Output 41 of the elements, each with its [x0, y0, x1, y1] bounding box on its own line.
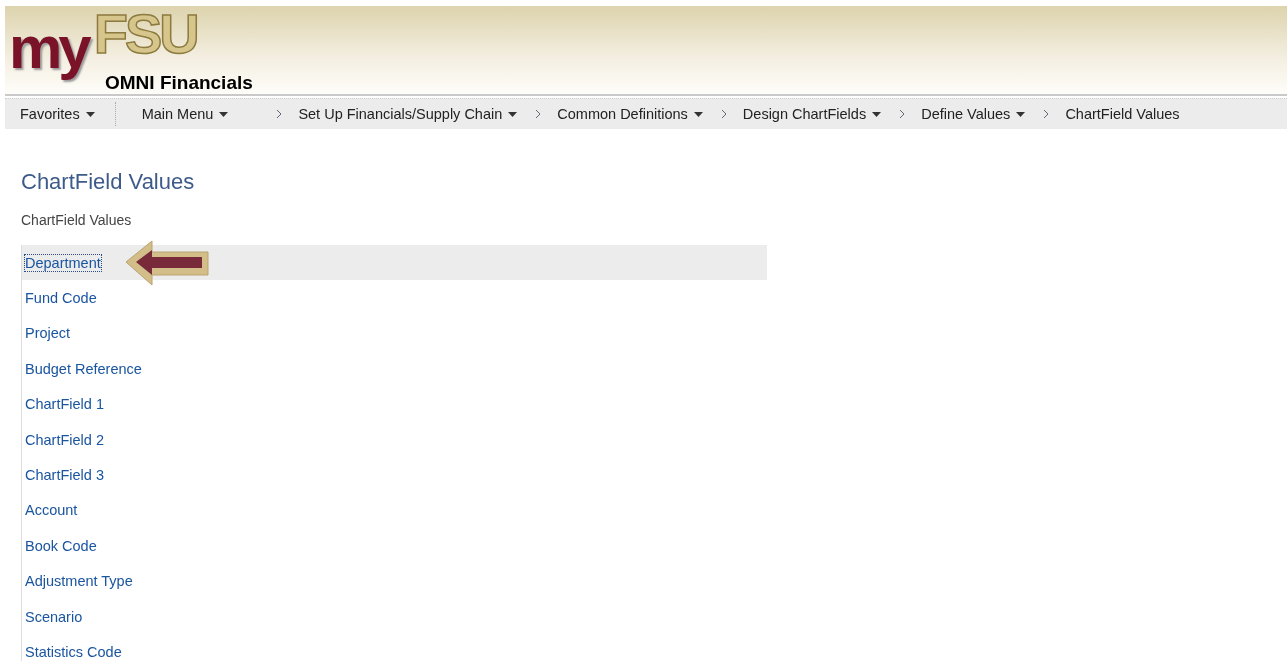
breadcrumb-link[interactable]: Define Values: [913, 106, 1036, 122]
logo-text: FSU: [93, 4, 198, 64]
breadcrumb-link[interactable]: Common Definitions: [549, 106, 713, 122]
list-row[interactable]: ChartField 1: [22, 386, 767, 422]
chartfield-link[interactable]: Scenario: [25, 608, 83, 625]
chartfield-link[interactable]: ChartField 2: [25, 431, 104, 448]
chartfield-link[interactable]: Book Code: [25, 537, 97, 554]
chevron-icon: [1043, 109, 1050, 119]
list-row[interactable]: Project: [22, 315, 767, 352]
list-row[interactable]: Fund Code: [22, 280, 767, 316]
app-name: OMNI Financials: [105, 72, 253, 94]
chartfield-link[interactable]: ChartField 3: [25, 467, 104, 484]
chevron-icon: [899, 109, 906, 119]
breadcrumb-link[interactable]: Set Up Financials/Supply Chain: [290, 106, 528, 122]
chartfield-link[interactable]: Fund Code: [25, 290, 97, 307]
chartfield-link[interactable]: Budget Reference: [25, 360, 142, 377]
chevron-icon: [535, 109, 542, 119]
page-title: ChartField Values: [21, 169, 196, 195]
list-row[interactable]: Account: [22, 492, 767, 529]
list-row[interactable]: Scenario: [22, 598, 767, 635]
chartfield-link[interactable]: Account: [25, 502, 78, 519]
list-row[interactable]: Statistics Code: [22, 634, 767, 661]
list-row[interactable]: Budget Reference: [22, 351, 767, 387]
chartfield-link[interactable]: ChartField 1: [25, 396, 104, 413]
page-subtitle: ChartField Values: [21, 212, 133, 228]
breadcrumb-link[interactable]: Favorites: [5, 102, 116, 126]
chartfield-link[interactable]: Project: [25, 325, 71, 342]
selected-row[interactable]: Department: [22, 245, 767, 281]
breadcrumb-link[interactable]: ChartField Values: [1057, 106, 1190, 122]
list-row[interactable]: ChartField 3: [22, 457, 767, 493]
chevron-icon: [720, 109, 727, 119]
list-row[interactable]: Book Code: [22, 528, 767, 564]
list-row[interactable]: Adjustment Type: [22, 563, 767, 599]
breadcrumb-link[interactable]: Main Menu: [133, 106, 239, 122]
list-row[interactable]: ChartField 2: [22, 421, 767, 458]
chartfield-link[interactable]: Department: [25, 254, 101, 271]
logo-text: my: [9, 16, 90, 80]
chevron-icon: [276, 109, 283, 119]
breadcrumb-link[interactable]: Design ChartFields: [734, 106, 892, 122]
chartfield-link[interactable]: Statistics Code: [25, 644, 122, 660]
chartfield-link[interactable]: Adjustment Type: [25, 573, 133, 590]
